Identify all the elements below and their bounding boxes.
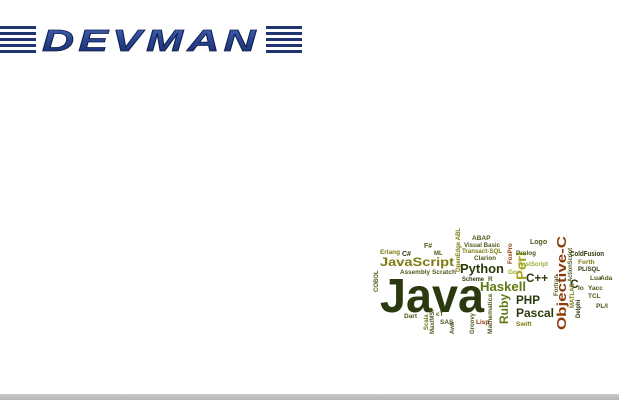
word-awk: Awk	[450, 321, 456, 334]
language-word-cloud: Java JavaScript Python Haskell Ruby PHP …	[366, 226, 613, 336]
word-scheme: Scheme	[462, 276, 484, 283]
word-pli: PL/I	[596, 303, 608, 310]
word-javascript: JavaScript	[380, 257, 454, 269]
word-foxpro: FoxPro	[508, 243, 514, 264]
word-ada: Ada	[600, 275, 613, 282]
word-php: PHP	[516, 293, 540, 307]
word-tcl: TCL	[588, 293, 601, 300]
word-postscript: PostScript	[518, 261, 549, 268]
logo-wordmark: DEVMAN	[42, 23, 260, 58]
word-actionscript: ActionScript	[568, 248, 574, 282]
word-swift: Swift	[516, 321, 532, 328]
word-io: Io	[578, 285, 584, 292]
word-coldfusion: ColdFusion	[570, 251, 604, 258]
word-cpp: C++	[526, 271, 548, 285]
word-fsharp: F#	[424, 243, 432, 250]
word-scratch: Scratch	[432, 269, 456, 276]
word-ruby: Ruby	[497, 294, 511, 324]
word-dart: Dart	[404, 313, 418, 320]
word-abap: ABAP	[472, 235, 491, 242]
word-assembly: Assembly	[400, 269, 430, 276]
word-transact-sql: Transact-SQL	[462, 248, 502, 255]
devman-logo[interactable]: DEVMAN	[0, 20, 302, 58]
word-pascal: Pascal	[516, 306, 554, 320]
word-erlang: Erlang	[380, 249, 400, 256]
word-python: Python	[460, 261, 504, 276]
logo-graphic: DEVMAN	[0, 23, 302, 58]
bottom-bar	[0, 394, 619, 400]
word-plsql: PL/SQL	[578, 266, 600, 273]
right-stripes	[266, 26, 302, 53]
word-clarion: Clarion	[474, 255, 496, 262]
word-prolog: Prolog	[516, 250, 536, 257]
word-cobol: COBOL	[374, 270, 380, 292]
word-yacc: Yacc	[588, 285, 603, 292]
word-r: R	[488, 276, 493, 283]
word-go: Go	[508, 269, 517, 276]
left-stripes	[0, 26, 36, 53]
word-max-msp: Max/MSP	[430, 308, 436, 334]
word-forth: Forth	[578, 259, 595, 266]
word-csharp: C#	[402, 251, 411, 258]
word-ml: ML	[434, 251, 443, 257]
word-logo: Logo	[530, 239, 547, 246]
word-mathematica: Mathematica	[488, 293, 494, 334]
word-delphi: Delphi	[576, 299, 582, 318]
word-fortran: Fortran	[554, 275, 560, 296]
word-cloud-graphic: Java JavaScript Python Haskell Ruby PHP …	[374, 228, 613, 334]
word-haskell: Haskell	[480, 280, 526, 294]
word-ct: cT	[436, 311, 444, 318]
word-openedge-abl: OpenEdge ABL	[456, 228, 462, 272]
